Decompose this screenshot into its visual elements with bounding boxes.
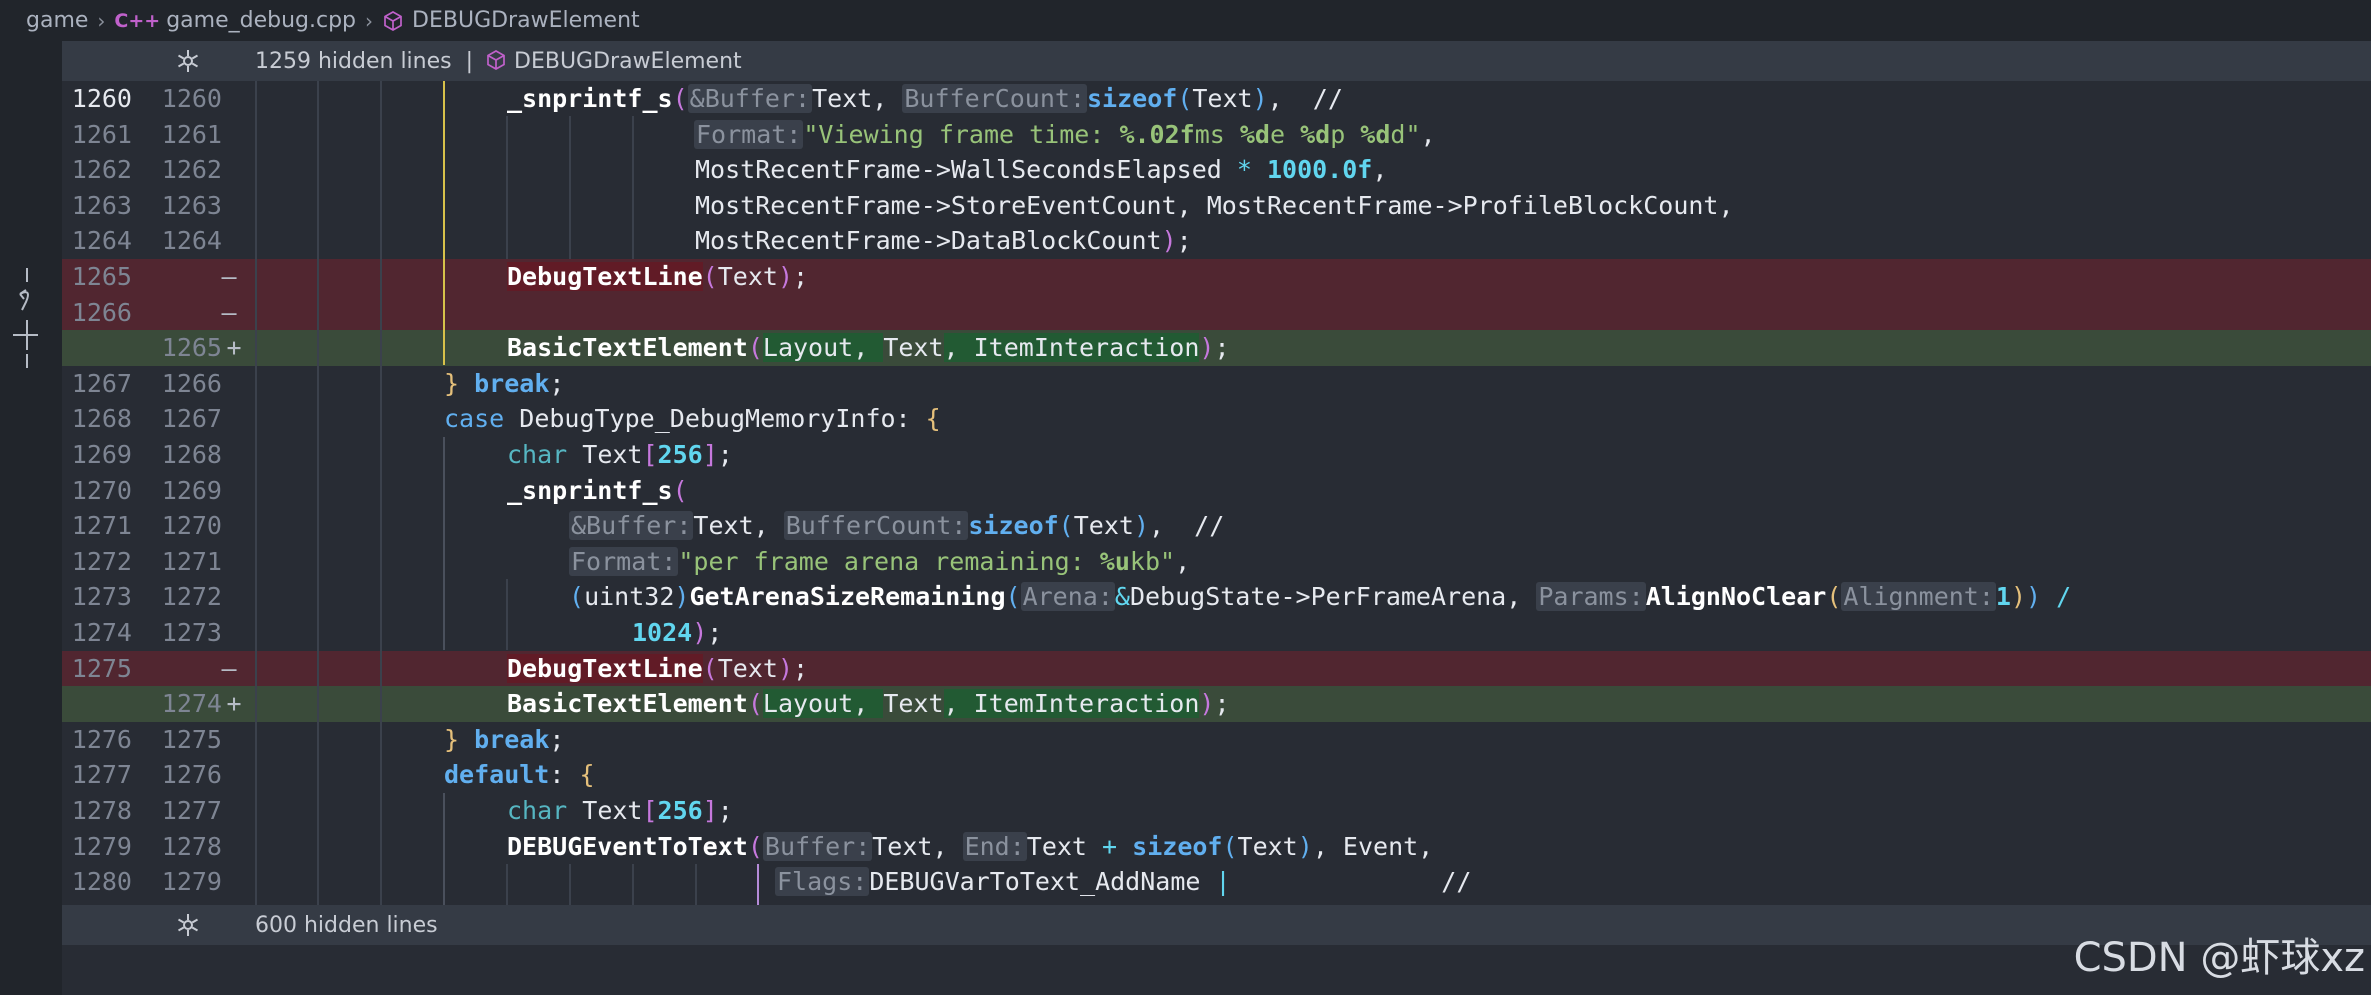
deleted-line: 1275— DebugTextLine(Text); (62, 650, 2371, 687)
breadcrumb-root[interactable]: game (26, 8, 88, 33)
code-line: 1269 1268 char Text[256]; (71, 440, 733, 469)
change-gutter (0, 41, 62, 995)
code-line: 1272 1271 Format:"per frame arena remaini… (71, 546, 1191, 576)
cube-symbol-icon (487, 49, 505, 70)
cpp-file-icon: C++ (114, 9, 161, 32)
breadcrumb-file[interactable]: game_debug.cpp (166, 8, 356, 33)
diff-editor[interactable]: 1259 hidden lines | DEBUGDrawElement 126… (62, 41, 2371, 995)
revert-icon[interactable] (19, 268, 29, 311)
stage-line-icon[interactable] (13, 320, 41, 368)
code-line: 1277 1276 default: { (71, 760, 595, 790)
code-line: 1261 1261 Format:"Viewing frame time: %.0… (71, 119, 1436, 149)
cube-symbol-icon (382, 10, 404, 32)
hidden-lines-bar-bottom[interactable]: 600 hidden lines (62, 905, 2371, 945)
code-line: 1270 1269 _snprintf_s( (71, 475, 688, 505)
watermark: CSDN @虾球xz (2073, 935, 2365, 981)
deleted-line: 1265— DebugTextLine(Text); (62, 259, 2371, 295)
expand-icon[interactable] (174, 47, 202, 81)
code-line: 1267 1266 } break; (71, 368, 565, 398)
code-line: 1268 1267 case DebugType_DebugMemoryInfo:… (71, 404, 941, 434)
chevron-right-icon: › (365, 8, 374, 33)
code-line: 1278 1277 char Text[256]; (71, 796, 733, 825)
code-line: 1263 1263 MostRecentFrame->StoreEventCoun… (71, 190, 1734, 220)
added-line: 1265 + BasicTextElement(Layout, Text, Ite… (62, 330, 2371, 366)
code-line: 1260 1260 _snprintf_s(&Buffer:Text, Buffe… (71, 84, 1343, 113)
code-line: 1274 1273 1024); (71, 618, 723, 647)
code-line: 1280 1279 Flags:DEBUGVarToText_AddName | … (71, 867, 1472, 897)
code-line: 1273 1272 (uint32)GetArenaSizeRemaining(A… (71, 582, 2072, 612)
chevron-right-icon: › (97, 8, 106, 33)
expand-icon[interactable] (174, 911, 202, 945)
breadcrumb: game › C++ game_debug.cpp › DEBUGDrawEle… (0, 0, 2371, 41)
hidden-lines-bar-top[interactable]: 1259 hidden lines | DEBUGDrawElement (62, 41, 2371, 81)
hidden-lines-label: 1259 hidden lines | DEBUGDrawElement (255, 48, 742, 74)
code-line: 1279 1278 DEBUGEventToText(Buffer:Text, E… (71, 831, 1434, 861)
code-line: 1276 1275 } break; (71, 724, 565, 754)
added-line: 1274 + BasicTextElement(Layout, Text, Ite… (62, 686, 2371, 722)
code-line: 1262 1262 MostRecentFrame->WallSecondsEla… (71, 155, 1388, 185)
hidden-lines-label: 600 hidden lines (255, 912, 438, 938)
code-line: 1271 1270 &Buffer:Text, BufferCount:sizeo… (71, 511, 1225, 541)
code-line: 1264 1264 MostRecentFrame->DataBlockCount… (71, 226, 1192, 256)
gutter-actions (8, 262, 41, 376)
deleted-line: 1266— (62, 294, 2371, 331)
breadcrumb-symbol[interactable]: DEBUGDrawElement (412, 8, 640, 33)
